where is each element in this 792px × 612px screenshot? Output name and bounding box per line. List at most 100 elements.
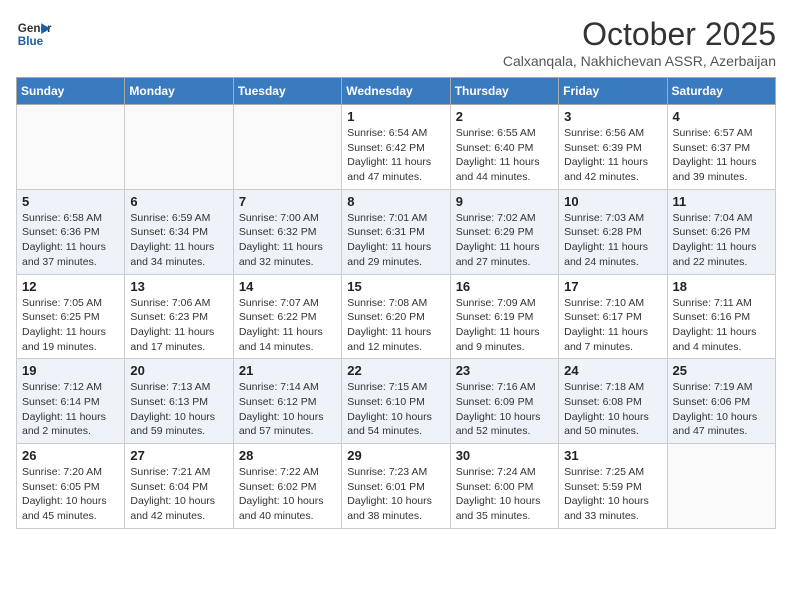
day-cell: 4 Sunrise: 6:57 AMSunset: 6:37 PMDaylight…: [667, 105, 775, 190]
day-cell: 25 Sunrise: 7:19 AMSunset: 6:06 PMDayligh…: [667, 359, 775, 444]
day-number: 9: [456, 194, 553, 209]
day-of-week-header: Monday: [125, 78, 233, 105]
calendar-header-row: SundayMondayTuesdayWednesdayThursdayFrid…: [17, 78, 776, 105]
empty-day-cell: [125, 105, 233, 190]
day-info: Sunrise: 6:58 AMSunset: 6:36 PMDaylight:…: [22, 211, 119, 270]
day-of-week-header: Sunday: [17, 78, 125, 105]
day-number: 8: [347, 194, 444, 209]
month-title: October 2025: [503, 16, 776, 53]
day-of-week-header: Saturday: [667, 78, 775, 105]
day-cell: 6Sunrise: 6:59 AMSunset: 6:34 PMDaylight…: [125, 189, 233, 274]
day-of-week-header: Tuesday: [233, 78, 341, 105]
day-cell: 24 Sunrise: 7:18 AMSunset: 6:08 PMDayligh…: [559, 359, 667, 444]
day-number: 5: [22, 194, 119, 209]
calendar-table: SundayMondayTuesdayWednesdayThursdayFrid…: [16, 77, 776, 529]
day-info: Sunrise: 7:13 AMSunset: 6:13 PMDaylight:…: [130, 380, 227, 439]
day-number: 23: [456, 363, 553, 378]
day-number: 17: [564, 279, 661, 294]
day-info: Sunrise: 6:57 AMSunset: 6:37 PMDaylight:…: [673, 126, 770, 185]
day-number: 7: [239, 194, 336, 209]
day-info: Sunrise: 7:20 AMSunset: 6:05 PMDaylight:…: [22, 465, 119, 524]
title-block: October 2025 Calxanqala, Nakhichevan ASS…: [503, 16, 776, 69]
day-number: 1: [347, 109, 444, 124]
day-info: Sunrise: 6:54 AMSunset: 6:42 PMDaylight:…: [347, 126, 444, 185]
day-number: 16: [456, 279, 553, 294]
day-number: 22: [347, 363, 444, 378]
day-cell: 30 Sunrise: 7:24 AMSunset: 6:00 PMDayligh…: [450, 444, 558, 529]
day-info: Sunrise: 7:04 AMSunset: 6:26 PMDaylight:…: [673, 211, 770, 270]
calendar-week-row: 19Sunrise: 7:12 AMSunset: 6:14 PMDayligh…: [17, 359, 776, 444]
day-info: Sunrise: 7:08 AMSunset: 6:20 PMDaylight:…: [347, 296, 444, 355]
logo: General Blue: [16, 16, 52, 52]
day-info: Sunrise: 7:05 AMSunset: 6:25 PMDaylight:…: [22, 296, 119, 355]
day-cell: 27 Sunrise: 7:21 AMSunset: 6:04 PMDayligh…: [125, 444, 233, 529]
day-cell: 21 Sunrise: 7:14 AMSunset: 6:12 PMDayligh…: [233, 359, 341, 444]
day-number: 25: [673, 363, 770, 378]
day-cell: 19Sunrise: 7:12 AMSunset: 6:14 PMDayligh…: [17, 359, 125, 444]
day-cell: 17 Sunrise: 7:10 AMSunset: 6:17 PMDayligh…: [559, 274, 667, 359]
day-info: Sunrise: 7:18 AMSunset: 6:08 PMDaylight:…: [564, 380, 661, 439]
day-cell: 14 Sunrise: 7:07 AMSunset: 6:22 PMDayligh…: [233, 274, 341, 359]
day-info: Sunrise: 7:02 AMSunset: 6:29 PMDaylight:…: [456, 211, 553, 270]
day-number: 10: [564, 194, 661, 209]
day-info: Sunrise: 7:07 AMSunset: 6:22 PMDaylight:…: [239, 296, 336, 355]
empty-day-cell: [233, 105, 341, 190]
day-cell: 18Sunrise: 7:11 AMSunset: 6:16 PMDayligh…: [667, 274, 775, 359]
day-info: Sunrise: 7:23 AMSunset: 6:01 PMDaylight:…: [347, 465, 444, 524]
day-number: 30: [456, 448, 553, 463]
svg-text:Blue: Blue: [18, 35, 44, 48]
day-cell: 28Sunrise: 7:22 AMSunset: 6:02 PMDayligh…: [233, 444, 341, 529]
day-number: 6: [130, 194, 227, 209]
day-number: 20: [130, 363, 227, 378]
day-info: Sunrise: 7:22 AMSunset: 6:02 PMDaylight:…: [239, 465, 336, 524]
day-cell: 11 Sunrise: 7:04 AMSunset: 6:26 PMDayligh…: [667, 189, 775, 274]
calendar-week-row: 26 Sunrise: 7:20 AMSunset: 6:05 PMDayligh…: [17, 444, 776, 529]
day-info: Sunrise: 7:01 AMSunset: 6:31 PMDaylight:…: [347, 211, 444, 270]
day-number: 24: [564, 363, 661, 378]
day-number: 31: [564, 448, 661, 463]
day-info: Sunrise: 7:19 AMSunset: 6:06 PMDaylight:…: [673, 380, 770, 439]
day-number: 27: [130, 448, 227, 463]
day-of-week-header: Friday: [559, 78, 667, 105]
day-cell: 26 Sunrise: 7:20 AMSunset: 6:05 PMDayligh…: [17, 444, 125, 529]
day-cell: 23 Sunrise: 7:16 AMSunset: 6:09 PMDayligh…: [450, 359, 558, 444]
day-cell: 15 Sunrise: 7:08 AMSunset: 6:20 PMDayligh…: [342, 274, 450, 359]
page-header: General Blue October 2025 Calxanqala, Na…: [16, 16, 776, 69]
day-cell: 7Sunrise: 7:00 AMSunset: 6:32 PMDaylight…: [233, 189, 341, 274]
day-info: Sunrise: 7:06 AMSunset: 6:23 PMDaylight:…: [130, 296, 227, 355]
day-info: Sunrise: 7:14 AMSunset: 6:12 PMDaylight:…: [239, 380, 336, 439]
day-info: Sunrise: 7:10 AMSunset: 6:17 PMDaylight:…: [564, 296, 661, 355]
day-number: 4: [673, 109, 770, 124]
day-number: 14: [239, 279, 336, 294]
day-of-week-header: Wednesday: [342, 78, 450, 105]
day-of-week-header: Thursday: [450, 78, 558, 105]
day-number: 21: [239, 363, 336, 378]
calendar-week-row: 5 Sunrise: 6:58 AMSunset: 6:36 PMDaylight…: [17, 189, 776, 274]
day-cell: 5 Sunrise: 6:58 AMSunset: 6:36 PMDaylight…: [17, 189, 125, 274]
day-number: 15: [347, 279, 444, 294]
day-cell: 16 Sunrise: 7:09 AMSunset: 6:19 PMDayligh…: [450, 274, 558, 359]
day-cell: 8 Sunrise: 7:01 AMSunset: 6:31 PMDaylight…: [342, 189, 450, 274]
day-info: Sunrise: 7:25 AMSunset: 5:59 PMDaylight:…: [564, 465, 661, 524]
day-info: Sunrise: 7:15 AMSunset: 6:10 PMDaylight:…: [347, 380, 444, 439]
empty-day-cell: [667, 444, 775, 529]
day-number: 26: [22, 448, 119, 463]
day-info: Sunrise: 6:55 AMSunset: 6:40 PMDaylight:…: [456, 126, 553, 185]
day-number: 11: [673, 194, 770, 209]
day-info: Sunrise: 7:03 AMSunset: 6:28 PMDaylight:…: [564, 211, 661, 270]
day-cell: 3Sunrise: 6:56 AMSunset: 6:39 PMDaylight…: [559, 105, 667, 190]
calendar-week-row: 1 Sunrise: 6:54 AMSunset: 6:42 PMDaylight…: [17, 105, 776, 190]
logo-icon: General Blue: [16, 16, 52, 52]
day-info: Sunrise: 7:24 AMSunset: 6:00 PMDaylight:…: [456, 465, 553, 524]
day-info: Sunrise: 7:09 AMSunset: 6:19 PMDaylight:…: [456, 296, 553, 355]
location-subtitle: Calxanqala, Nakhichevan ASSR, Azerbaijan: [503, 53, 776, 69]
day-number: 13: [130, 279, 227, 294]
day-cell: 2Sunrise: 6:55 AMSunset: 6:40 PMDaylight…: [450, 105, 558, 190]
day-info: Sunrise: 7:21 AMSunset: 6:04 PMDaylight:…: [130, 465, 227, 524]
day-cell: 29Sunrise: 7:23 AMSunset: 6:01 PMDayligh…: [342, 444, 450, 529]
day-info: Sunrise: 7:16 AMSunset: 6:09 PMDaylight:…: [456, 380, 553, 439]
day-cell: 1 Sunrise: 6:54 AMSunset: 6:42 PMDaylight…: [342, 105, 450, 190]
calendar-week-row: 12Sunrise: 7:05 AMSunset: 6:25 PMDayligh…: [17, 274, 776, 359]
day-cell: 9 Sunrise: 7:02 AMSunset: 6:29 PMDaylight…: [450, 189, 558, 274]
day-info: Sunrise: 7:11 AMSunset: 6:16 PMDaylight:…: [673, 296, 770, 355]
